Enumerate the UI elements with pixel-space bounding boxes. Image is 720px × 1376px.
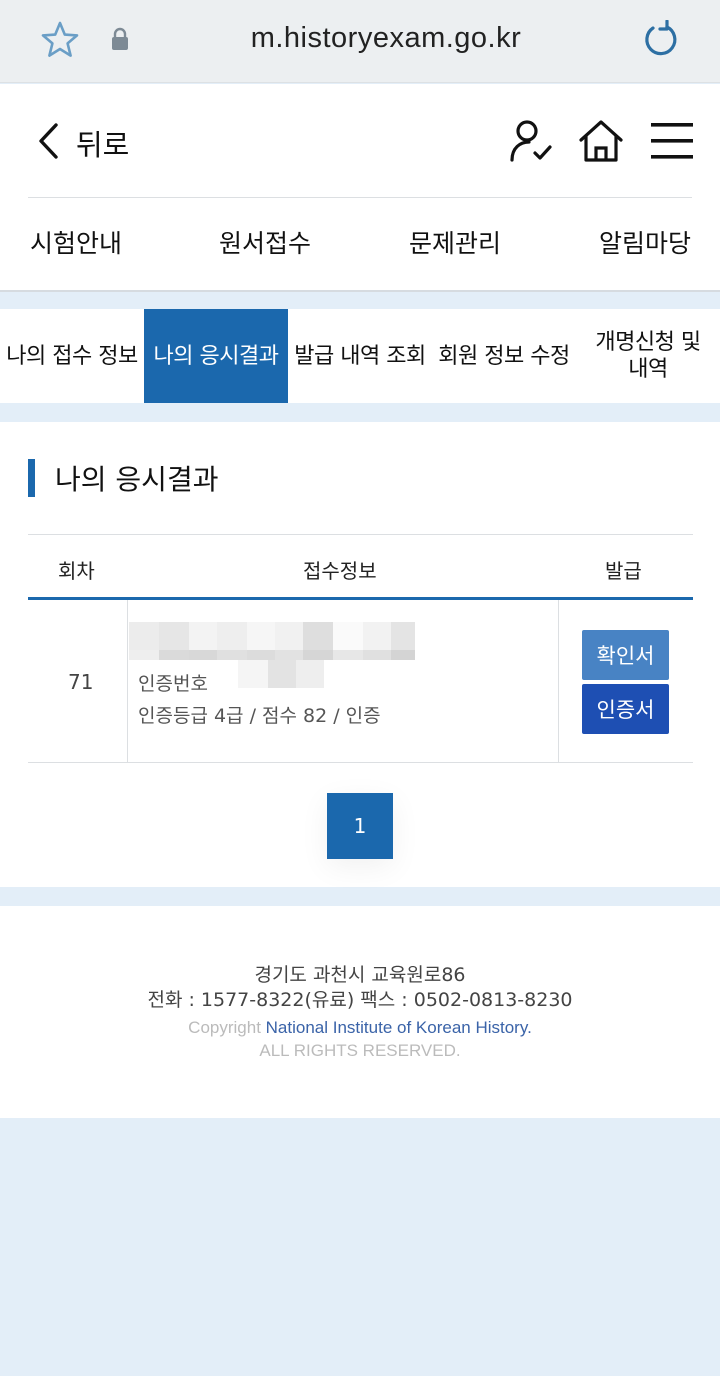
confirmation-button[interactable]: 확인서 [582, 630, 669, 680]
main-nav: 시험안내 원서접수 문제관리 알림마당 [0, 224, 720, 264]
tab-my-results[interactable]: 나의 응시결과 [144, 309, 288, 403]
browser-toolbar: m.historyexam.go.kr [0, 0, 720, 83]
nav-item-question-manage[interactable]: 문제관리 [409, 224, 501, 260]
footer-address: 경기도 과천시 교육원로86 [254, 964, 466, 986]
home-icon[interactable] [578, 118, 624, 168]
certificate-button[interactable]: 인증서 [582, 684, 669, 734]
page-title-text: 나의 응시결과 [55, 463, 219, 496]
results-section: 나의 응시결과 회차 접수정보 발급 71 인증번호 인증등급 4급 / 점수 … [0, 422, 720, 887]
table-header: 회차 접수정보 발급 [28, 534, 693, 600]
chevron-left-icon [36, 122, 60, 164]
redacted-cert-number [238, 660, 324, 688]
result-summary: 인증등급 4급 / 점수 82 / 인증 [138, 705, 381, 727]
nav-item-application[interactable]: 원서접수 [219, 224, 311, 260]
back-label: 뒤로 [76, 128, 130, 162]
nav-item-notice[interactable]: 알림마당 [599, 224, 691, 260]
tab-issue-history[interactable]: 발급 내역 조회 [288, 309, 432, 403]
column-header-round: 회차 [58, 559, 95, 583]
mypage-tabs: 나의 접수 정보 나의 응시결과 발급 내역 조회 회원 정보 수정 개명신청 … [0, 309, 720, 403]
title-accent-bar [28, 459, 35, 497]
tab-name-change[interactable]: 개명신청 및 내역 [576, 309, 720, 403]
pagination-page-1[interactable]: 1 [327, 793, 393, 859]
page-title: 나의 응시결과 [28, 458, 218, 498]
back-button[interactable]: 뒤로 [36, 122, 129, 164]
column-header-info: 접수정보 [303, 559, 377, 583]
cell-divider [558, 600, 559, 763]
table-row: 71 인증번호 인증등급 4급 / 점수 82 / 인증 확인서 인증서 [28, 600, 693, 763]
redacted-name [129, 622, 415, 660]
tab-my-application[interactable]: 나의 접수 정보 [0, 309, 144, 403]
site-header: 뒤로 시험안내 원서접수 문제관리 알림마당 [0, 84, 720, 292]
site-footer: 경기도 과천시 교육원로86 전화 : 1577-8322(유료) 팩스 : 0… [0, 906, 720, 1118]
round-number: 71 [68, 670, 94, 694]
cert-number-label: 인증번호 [138, 673, 208, 695]
footer-rights: ALL RIGHTS RESERVED. [259, 1041, 461, 1060]
cell-divider [127, 600, 128, 763]
column-header-issue: 발급 [605, 559, 642, 583]
reload-icon[interactable] [640, 19, 678, 64]
tab-member-edit[interactable]: 회원 정보 수정 [432, 309, 576, 403]
url-bar[interactable]: m.historyexam.go.kr [0, 22, 720, 55]
footer-contact: 전화 : 1577-8322(유료) 팩스 : 0502-0813-8230 [147, 989, 573, 1011]
copyright-prefix: Copyright [188, 1018, 266, 1037]
footer-copyright: Copyright National Institute of Korean H… [0, 1018, 720, 1038]
menu-icon[interactable] [650, 122, 694, 164]
nav-item-exam-info[interactable]: 시험안내 [30, 224, 122, 260]
header-divider [28, 197, 692, 198]
results-table: 회차 접수정보 발급 71 인증번호 인증등급 4급 / 점수 82 / 인증 … [28, 534, 693, 763]
institute-name: National Institute of Korean History. [265, 1018, 532, 1037]
user-check-icon[interactable] [508, 118, 554, 168]
